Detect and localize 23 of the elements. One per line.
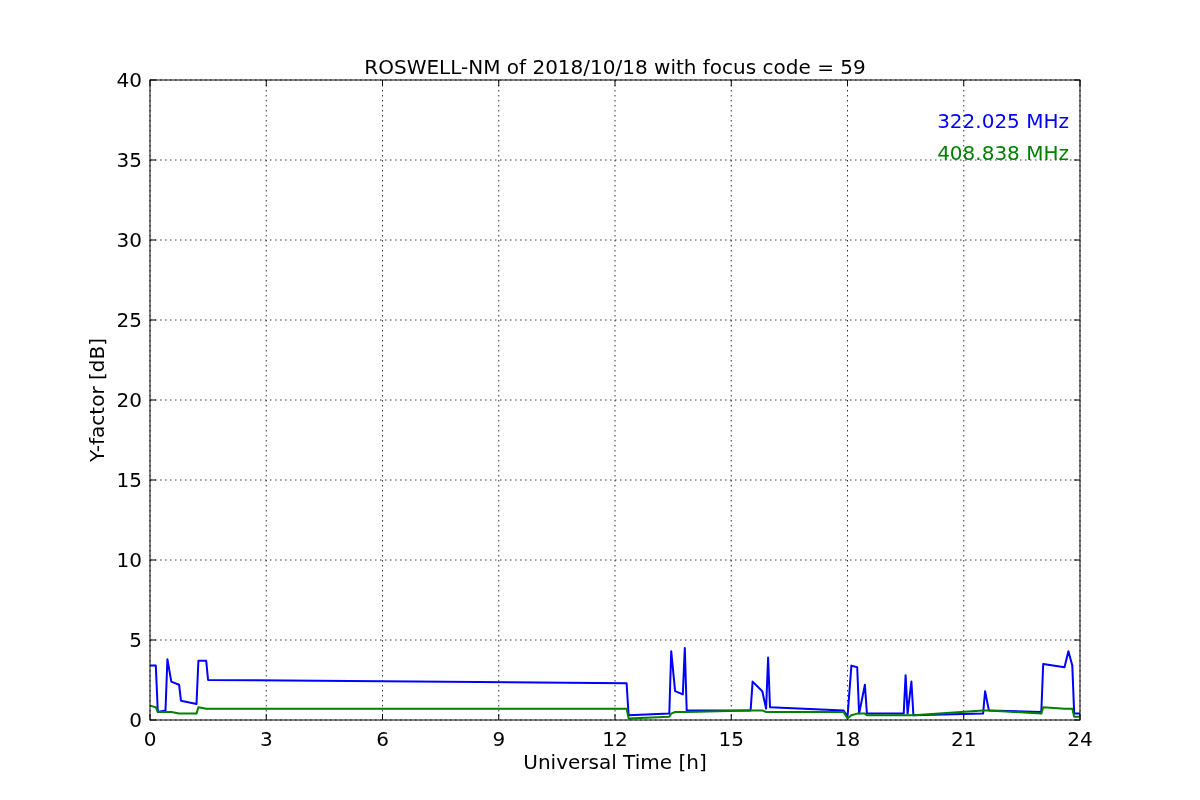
x-tick-label: 9	[492, 727, 506, 751]
y-axis-label: Y-factor [dB]	[85, 338, 109, 462]
x-tick-label: 21	[951, 727, 977, 751]
x-tick-label: 15	[718, 727, 744, 751]
x-tick-label: 0	[143, 727, 157, 751]
y-tick-label: 0	[129, 708, 142, 732]
y-tick-label: 30	[116, 228, 142, 252]
legend-label: 322.025 MHz	[937, 109, 1069, 133]
x-tick-label: 6	[376, 727, 389, 751]
y-tick-label: 35	[116, 148, 142, 172]
x-tick-label: 12	[602, 727, 628, 751]
x-tick-label: 18	[834, 727, 861, 751]
y-tick-label: 5	[129, 628, 142, 652]
x-tick-label: 3	[259, 727, 273, 751]
x-axis-label: Universal Time [h]	[523, 750, 707, 774]
y-tick-label: 25	[116, 308, 142, 332]
legend-label: 408.838 MHz	[937, 141, 1069, 165]
y-tick-label: 40	[116, 68, 142, 92]
y-tick-label: 20	[116, 388, 142, 412]
y-tick-label: 15	[116, 468, 142, 492]
chart-title: ROSWELL-NM of 2018/10/18 with focus code = 59	[364, 55, 866, 79]
x-tick-label: 24	[1067, 727, 1093, 751]
y-tick-label: 10	[116, 548, 142, 572]
